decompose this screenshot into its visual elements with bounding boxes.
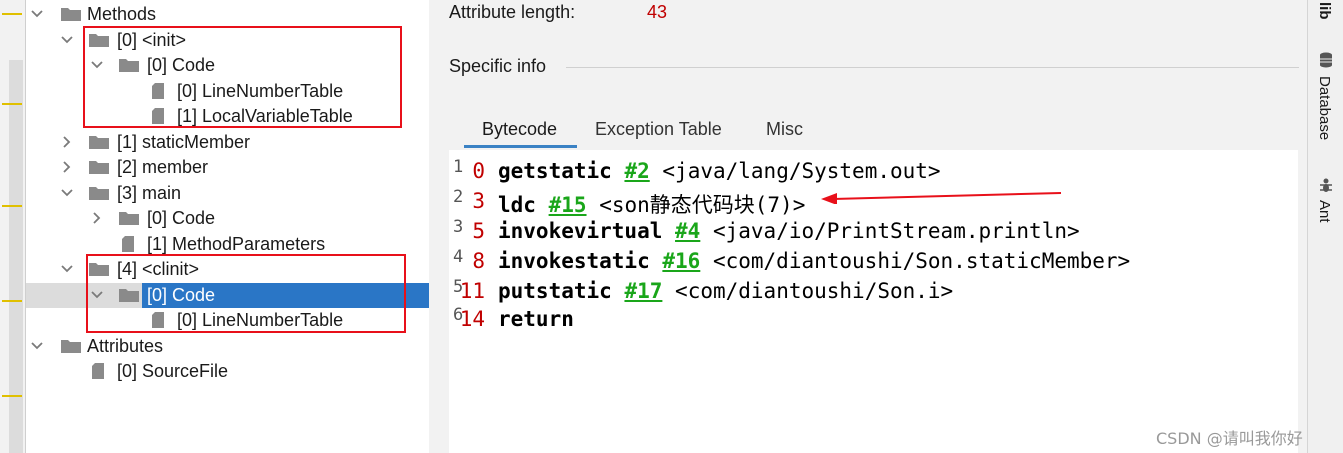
attribute-length-value: 43: [647, 2, 668, 22]
folder-icon: [118, 210, 140, 226]
tree-row[interactable]: [2] member: [26, 155, 429, 180]
opcode: invokevirtual: [498, 219, 663, 243]
constant-pool-ref-link[interactable]: #15: [549, 193, 587, 217]
bytecode-line: 4 8 invokestatic #16 <com/diantoushi/Son.s…: [449, 247, 1298, 277]
annotation-highlight-box: [86, 254, 406, 333]
tree-row-label: [1] staticMember: [117, 132, 251, 152]
bytecode-instruction: getstatic #2 <java/lang/System.out>: [498, 159, 941, 183]
tab-exception-table[interactable]: Exception Table: [595, 112, 722, 148]
chevron-right-icon[interactable]: [59, 155, 75, 180]
tree-row-label: [0] SourceFile: [117, 361, 229, 381]
opcode: getstatic: [498, 159, 612, 183]
tree-row-label: [3] main: [117, 183, 182, 203]
bytecode-offset: 14: [459, 307, 485, 331]
tab-bytecode[interactable]: Bytecode: [464, 112, 577, 148]
gutter-marker: [2, 205, 22, 207]
chevron-down-icon[interactable]: [59, 257, 75, 282]
sidebar-item-ant[interactable]: Ant: [1308, 172, 1343, 236]
constant-pool-ref-link[interactable]: #16: [662, 249, 700, 273]
sidebar-item-label: Ant: [1316, 200, 1333, 223]
constant-pool-ref-link[interactable]: #2: [624, 159, 649, 183]
folder-icon: [88, 185, 110, 201]
gutter-marker: [2, 103, 22, 105]
file-icon: [121, 235, 135, 253]
class-structure-tree: Methods [0] <init> [0] Code [0] LineNumberT…: [25, 0, 429, 453]
instruction-argument: <java/lang/System.out>: [662, 159, 941, 183]
specific-info-heading: Specific info: [449, 56, 547, 76]
bytecode-offset: 3: [472, 189, 485, 213]
chevron-down-icon[interactable]: [59, 181, 75, 206]
tree-row-label: Methods: [87, 4, 157, 24]
chevron-down-icon[interactable]: [29, 334, 45, 359]
bytecode-offset: 5: [472, 219, 485, 243]
folder-icon: [60, 338, 82, 354]
gutter-marker: [2, 395, 22, 397]
bytecode-instruction: return: [498, 307, 574, 331]
section-divider: [566, 67, 1299, 68]
tree-row[interactable]: Methods: [26, 2, 429, 27]
tree-row[interactable]: Attributes: [26, 334, 429, 359]
details-panel: Attribute length: 43 Specific info Bytec…: [429, 0, 1307, 453]
tree-row[interactable]: [1] staticMember: [26, 130, 429, 155]
watermark: CSDN @请叫我你好: [1156, 429, 1303, 448]
tree-row[interactable]: [3] main: [26, 181, 429, 206]
instruction-argument: <java/io/PrintStream.println>: [712, 219, 1080, 243]
bytecode-line: 3 5 invokevirtual #4 <java/io/PrintStream.…: [449, 217, 1298, 247]
instruction-argument: <son静态代码块(7)>: [599, 193, 806, 217]
bytecode-offset: 0: [472, 159, 485, 183]
tree-row-label: [2] member: [117, 157, 209, 177]
opcode: return: [498, 307, 574, 331]
folder-icon: [88, 159, 110, 175]
database-icon: [1320, 52, 1332, 68]
left-gutter: [0, 0, 24, 453]
sidebar-item-database[interactable]: Database: [1308, 48, 1343, 158]
ant-icon: [1320, 178, 1332, 192]
tree-row-label: [0] Code: [147, 208, 216, 228]
folder-icon: [88, 134, 110, 150]
tree-row[interactable]: [0] SourceFile: [26, 359, 429, 384]
sidebar-item-label: lib: [1316, 2, 1333, 20]
bytecode-line: 5 11 putstatic #17 <com/diantoushi/Son.i>: [449, 277, 1298, 307]
instruction-argument: <com/diantoushi/Son.i>: [675, 279, 954, 303]
gutter-marker: [2, 300, 22, 302]
attribute-length-label: Attribute length:: [449, 2, 576, 22]
bytecode-instruction: invokestatic #16 <com/diantoushi/Son.sta…: [498, 249, 1130, 273]
bytecode-instruction: ldc #15 <son静态代码块(7)>: [498, 189, 805, 219]
tab-misc[interactable]: Misc: [766, 112, 803, 148]
opcode: putstatic: [498, 279, 612, 303]
tree-row-label: Attributes: [87, 336, 164, 356]
opcode: ldc: [498, 193, 536, 217]
constant-pool-ref-link[interactable]: #4: [675, 219, 700, 243]
chevron-right-icon[interactable]: [59, 130, 75, 155]
bytecode-line: 6 14 return: [449, 305, 1298, 335]
annotation-highlight-box: [83, 26, 402, 128]
bytecode-line: 1 0 getstatic #2 <java/lang/System.out>: [449, 157, 1298, 187]
sidebar-item-lib[interactable]: lib: [1308, 0, 1343, 36]
bytecode-instruction: invokevirtual #4 <java/io/PrintStream.pr…: [498, 219, 1080, 243]
chevron-down-icon[interactable]: [59, 28, 75, 53]
file-icon: [91, 362, 105, 380]
folder-icon: [60, 6, 82, 22]
bytecode-instruction: putstatic #17 <com/diantoushi/Son.i>: [498, 279, 953, 303]
bytecode-offset: 8: [472, 249, 485, 273]
right-tool-sidebar: lib Database Ant: [1307, 0, 1343, 453]
chevron-right-icon[interactable]: [89, 206, 105, 231]
chevron-down-icon[interactable]: [29, 2, 45, 27]
sidebar-item-label: Database: [1316, 76, 1333, 141]
constant-pool-ref-link[interactable]: #17: [624, 279, 662, 303]
instruction-argument: <com/diantoushi/Son.staticMember>: [712, 249, 1131, 273]
opcode: invokestatic: [498, 249, 650, 273]
tree-row[interactable]: [0] Code: [26, 206, 429, 231]
gutter-marker: [2, 13, 22, 15]
bytecode-offset: 11: [459, 279, 485, 303]
annotation-arrow: [821, 192, 1062, 204]
